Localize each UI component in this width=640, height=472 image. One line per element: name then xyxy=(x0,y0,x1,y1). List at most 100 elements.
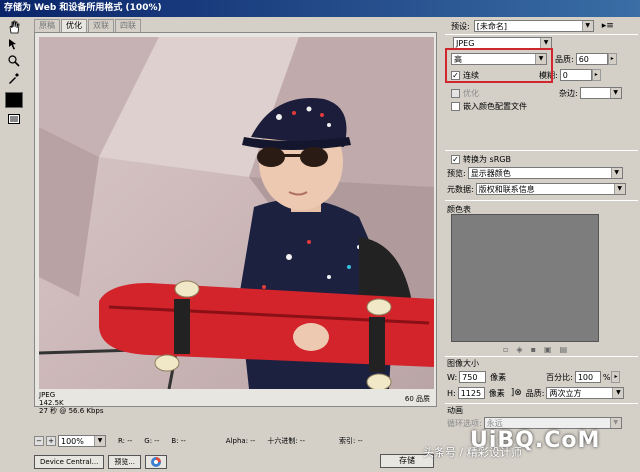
optimized-info: JPEG 142.5K 27 秒 @ 56.6 Kbps xyxy=(39,391,104,415)
info-format: JPEG xyxy=(39,391,56,399)
zoom-icon xyxy=(8,55,20,67)
chevron-down-icon: ▼ xyxy=(613,184,625,194)
zoom-value: 100% xyxy=(61,437,84,446)
loop-value: 永远 xyxy=(486,419,503,428)
chevron-down-icon: ▼ xyxy=(540,38,551,48)
zoom-in-button[interactable]: + xyxy=(46,436,56,446)
eyedropper-tool[interactable] xyxy=(4,70,24,86)
info-size: 142.5K xyxy=(39,399,64,407)
bottom-buttons: Device Central... 预览... xyxy=(34,454,168,470)
percent-stepper[interactable]: ▸ xyxy=(611,371,621,383)
matte-select[interactable]: ▼ xyxy=(579,87,622,99)
info-time: 27 秒 @ 56.6 Kbps xyxy=(39,407,104,415)
percent-label: 百分比: xyxy=(546,372,573,382)
divider xyxy=(445,150,638,151)
preview-image[interactable] xyxy=(39,37,434,389)
toggle-slices-tool[interactable] xyxy=(4,111,24,127)
readout-hex: 十六进制: -- xyxy=(267,437,305,445)
trash-icon[interactable]: ▤ xyxy=(560,345,568,354)
new-color-icon[interactable]: ▣ xyxy=(544,345,552,354)
device-central-button[interactable]: Device Central... xyxy=(34,455,105,469)
divider xyxy=(445,356,638,357)
chevron-down-icon: ▼ xyxy=(609,418,621,428)
convert-srgb-label: 转换为 sRGB xyxy=(463,155,511,164)
preview-value: 显示器颜色 xyxy=(470,169,511,178)
blur-input[interactable]: 0 xyxy=(559,69,592,81)
info-quality: 60 品质 xyxy=(404,395,430,403)
status-bar: − + 100% ▼ R: -- G: -- B: -- Alpha: -- 十六… xyxy=(34,435,434,447)
metadata-value: 版权和联系信息 xyxy=(478,185,535,194)
resample-quality-value: 两次立方 xyxy=(549,389,582,398)
preview-select[interactable]: 显示器颜色 ▼ xyxy=(467,167,623,179)
hand-tool[interactable] xyxy=(4,19,24,35)
zoom-select[interactable]: 100% ▼ xyxy=(58,435,106,447)
quality-input[interactable]: 60 xyxy=(575,53,608,65)
preset-select[interactable]: [未命名] ▼ xyxy=(473,20,594,32)
image-size-title: 图像大小 xyxy=(447,359,479,368)
readout-g: G: -- xyxy=(144,437,160,445)
slice-select-icon xyxy=(9,39,16,50)
tab-4-up[interactable]: 四联 xyxy=(115,19,141,32)
metadata-select[interactable]: 版权和联系信息 ▼ xyxy=(475,183,626,195)
embed-profile-label: 嵌入颜色配置文件 xyxy=(463,102,527,111)
chevron-down-icon: ▼ xyxy=(609,88,621,98)
tab-2-up[interactable]: 双联 xyxy=(88,19,114,32)
percent-input[interactable]: 100 xyxy=(574,371,601,383)
tab-optimized[interactable]: 优化 xyxy=(61,19,87,32)
zoom-tool[interactable] xyxy=(4,53,24,69)
percent-unit: % xyxy=(602,372,611,382)
preset-value: [未命名] xyxy=(476,22,507,31)
height-label: H: xyxy=(447,388,456,398)
color-table-toolbar: ▫ ◈ ▪ ▣ ▤ xyxy=(503,345,567,354)
divider xyxy=(445,403,638,404)
blur-stepper[interactable]: ▸ xyxy=(591,69,601,81)
matte-label: 杂边: xyxy=(559,88,578,98)
readout-index: 索引: -- xyxy=(338,437,363,445)
readout-b: B: -- xyxy=(171,437,186,445)
eyedropper-add-icon[interactable]: ▪ xyxy=(531,345,536,354)
quality-label: 品质: xyxy=(555,54,574,64)
width-input[interactable]: 750 xyxy=(459,371,487,383)
eyedropper-icon xyxy=(9,73,19,84)
divider xyxy=(445,200,638,201)
preview-label: 预览: xyxy=(447,168,466,178)
panel-menu-icon[interactable]: ▸≡ xyxy=(602,21,614,31)
height-unit: 像素 xyxy=(488,388,505,398)
color-table xyxy=(451,214,599,342)
preview-pane: JPEG 142.5K 27 秒 @ 56.6 Kbps 60 品质 xyxy=(34,32,437,415)
highlight-annotation xyxy=(445,48,553,83)
animation-title: 动画 xyxy=(447,406,463,415)
readout-alpha: Alpha: -- xyxy=(225,437,256,445)
preset-label: 预设: xyxy=(451,21,470,31)
web-snap-icon[interactable]: ◈ xyxy=(516,345,522,354)
loop-label: 循环选项: xyxy=(447,418,482,428)
metadata-label: 元数据: xyxy=(447,184,474,194)
convert-srgb-checkbox[interactable]: ✓ xyxy=(451,155,460,164)
slice-visibility-icon xyxy=(8,114,20,124)
toolbox xyxy=(4,19,26,124)
eyedropper-color-swatch[interactable] xyxy=(5,92,23,108)
preview-button[interactable]: 预览... xyxy=(108,455,142,469)
tab-original[interactable]: 原稿 xyxy=(34,19,60,32)
browser-preview-button[interactable] xyxy=(145,455,168,469)
resample-quality-select[interactable]: 两次立方 ▼ xyxy=(546,387,625,399)
optimized-checkbox[interactable] xyxy=(451,88,460,98)
optimized-label: 优化 xyxy=(463,88,479,98)
constrain-link-icon[interactable]: ]⊗ xyxy=(511,388,522,398)
hand-icon xyxy=(9,20,20,34)
embed-profile-checkbox[interactable] xyxy=(451,102,460,111)
chevron-down-icon: ▼ xyxy=(94,436,105,446)
chevron-down-icon: ▼ xyxy=(610,168,622,178)
boy-skateboard-photo xyxy=(39,37,434,389)
width-label: W: xyxy=(447,372,458,382)
zoom-out-button[interactable]: − xyxy=(34,436,44,446)
quality-stepper[interactable]: ▸ xyxy=(607,53,617,65)
height-input[interactable]: 1125 xyxy=(457,387,485,399)
lock-icon[interactable]: ▫ xyxy=(503,345,508,354)
watermark-caption: 头条号 / 精彩设计师 xyxy=(423,446,522,459)
browser-icon xyxy=(151,457,162,467)
resample-quality-label: 品质: xyxy=(525,388,545,398)
slice-select-tool[interactable] xyxy=(4,36,24,52)
format-value: JPEG xyxy=(456,39,475,48)
window-title: 存储为 Web 和设备所用格式 (100%) xyxy=(0,0,640,17)
